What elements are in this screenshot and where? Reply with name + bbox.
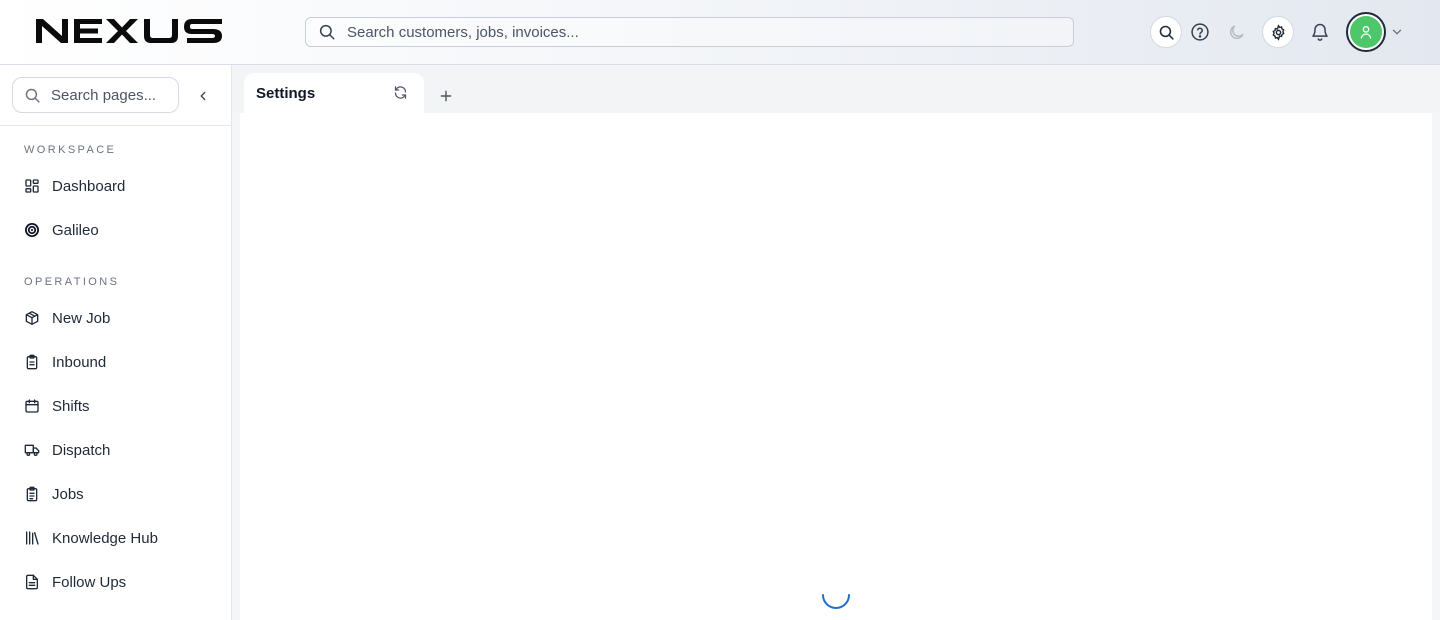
sidebar-item-jobs[interactable]: Jobs [0, 474, 231, 514]
sidebar-item-follow-ups[interactable]: Follow Ups [0, 562, 231, 602]
sidebar-item-knowledge-hub[interactable]: Knowledge Hub [0, 518, 231, 558]
sidebar-item-label: New Job [52, 309, 111, 327]
nexus-logo[interactable] [36, 17, 224, 45]
loading-spinner [820, 579, 852, 611]
global-search[interactable] [305, 17, 1074, 47]
tab-settings[interactable]: Settings [244, 73, 424, 113]
settings-button[interactable] [1262, 16, 1294, 48]
chevron-left-icon [196, 89, 210, 103]
tab-bar: Settings [232, 65, 1440, 113]
sidebar-item-label: Jobs [52, 485, 84, 503]
user-icon [1358, 24, 1374, 40]
truck-icon [24, 442, 40, 458]
sidebar-item-label: Dashboard [52, 177, 126, 195]
file-text-icon [24, 574, 40, 590]
help-icon [1190, 22, 1210, 42]
sidebar-item-dashboard[interactable]: Dashboard [0, 166, 231, 206]
sidebar-item-label: Inbound [52, 353, 107, 371]
plus-icon [439, 89, 453, 103]
sidebar-item-label: Shifts [52, 397, 90, 415]
chevron-down-icon[interactable] [1390, 25, 1404, 39]
sidebar-item-label: Knowledge Hub [52, 529, 158, 547]
page-search-input[interactable] [49, 85, 169, 105]
sidebar-item-label: Follow Ups [52, 573, 127, 591]
help-button[interactable] [1184, 16, 1216, 48]
clipboard-list-icon [24, 486, 40, 502]
search-icon [318, 23, 336, 41]
sidebar-item-new-job[interactable]: New Job [0, 298, 231, 338]
box-icon [24, 310, 40, 326]
theme-toggle-button[interactable] [1220, 16, 1252, 48]
tab-label: Settings [256, 84, 316, 102]
sidebar-item-label: Dispatch [52, 441, 111, 459]
sidebar: WORKSPACE Dashboard Galileo OPERATIONS N… [0, 65, 232, 620]
sidebar-header [0, 65, 231, 126]
calendar-icon [24, 398, 40, 414]
page-search[interactable] [12, 77, 179, 113]
gear-icon [1270, 23, 1287, 41]
quick-search-button[interactable] [1150, 16, 1182, 48]
sidebar-item-galileo[interactable]: Galileo [0, 210, 231, 250]
search-icon [24, 87, 41, 104]
library-icon [24, 530, 40, 546]
refresh-icon[interactable] [393, 85, 408, 100]
sidebar-item-shifts[interactable]: Shifts [0, 386, 231, 426]
galileo-icon [24, 222, 40, 238]
avatar [1350, 16, 1382, 48]
content-panel [240, 113, 1432, 620]
moon-icon [1227, 23, 1246, 42]
collapse-sidebar-button[interactable] [193, 86, 213, 106]
user-menu-button[interactable] [1346, 12, 1386, 52]
top-bar [0, 0, 1440, 65]
sidebar-item-label: Galileo [52, 221, 99, 239]
global-search-input[interactable] [345, 22, 1025, 42]
notifications-button[interactable] [1304, 16, 1336, 48]
section-label-workspace: WORKSPACE [24, 144, 117, 156]
grid-icon [24, 178, 40, 194]
clipboard-icon [24, 354, 40, 370]
sidebar-item-inbound[interactable]: Inbound [0, 342, 231, 382]
bell-icon [1310, 22, 1330, 42]
sidebar-item-dispatch[interactable]: Dispatch [0, 430, 231, 470]
search-icon [1158, 24, 1175, 41]
section-label-operations: OPERATIONS [24, 276, 120, 288]
add-tab-button[interactable] [438, 88, 454, 104]
